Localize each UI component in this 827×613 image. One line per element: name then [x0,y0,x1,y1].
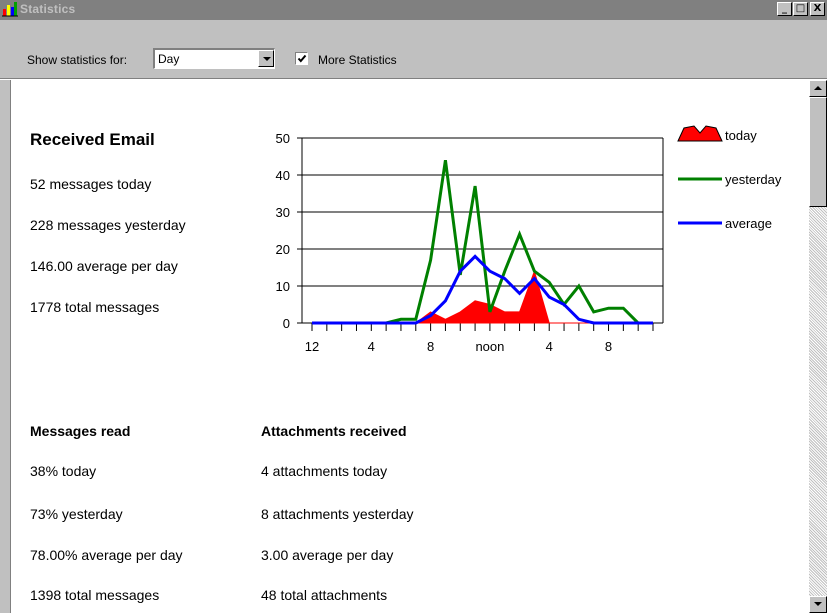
window-title: Statistics [20,2,76,16]
x-tick-label: 4 [546,339,553,354]
scroll-down-arrow-icon[interactable] [809,596,827,613]
received-email-chart: 0 10 20 30 40 50 12 4 8 noon 4 8 today yesterday avera… [276,125,782,354]
read-today: 38% today [30,463,97,479]
series-line-yesterday [312,159,653,325]
x-tick-label: 8 [605,339,612,354]
y-tick-label: 20 [276,242,290,257]
statistics-app-icon [2,2,18,17]
legend-label-yesterday: yesterday [725,172,782,187]
y-tick-label: 0 [283,316,290,331]
more-statistics-checkbox[interactable] [295,52,308,65]
legend-label-today: today [725,128,757,143]
period-select-value: Day [158,52,180,66]
legend-label-average: average [725,216,772,231]
scrollbar-thumb[interactable] [809,97,827,207]
attachments-total: 48 total attachments [261,587,388,603]
x-tick-label: 8 [427,339,434,354]
dropdown-arrow-icon[interactable] [258,50,274,67]
received-today: 52 messages today [30,176,152,192]
maximize-button[interactable]: □ [793,2,808,16]
series-area-today [312,269,653,324]
received-average: 146.00 average per day [30,258,178,274]
minimize-icon: _ [782,3,787,14]
attachments-heading: Attachments received [261,423,407,439]
read-average: 78.00% average per day [30,547,183,563]
close-icon: X [813,3,822,14]
minimize-button[interactable]: _ [777,2,792,16]
received-email-heading: Received Email [30,130,155,149]
title-bar[interactable]: Statistics _ □ X [0,0,827,20]
statistics-window: Statistics _ □ X Show statistics for: Da… [0,0,827,613]
y-tick-label: 50 [276,131,290,146]
read-yesterday: 73% yesterday [30,506,123,522]
y-tick-label: 10 [276,279,290,294]
checkmark-icon [297,54,307,63]
messages-read-heading: Messages read [30,423,131,439]
attachments-yesterday: 8 attachments yesterday [261,506,414,522]
show-statistics-label: Show statistics for: [27,53,128,67]
y-tick-label: 30 [276,205,290,220]
period-select[interactable]: Day [153,48,275,69]
y-tick-label: 40 [276,168,290,183]
x-tick-label: noon [475,339,504,354]
maximize-icon: □ [795,3,806,14]
attachments-today: 4 attachments today [261,463,388,479]
legend-swatch-today [677,125,723,142]
x-tick-label: 4 [368,339,375,354]
received-yesterday: 228 messages yesterday [30,217,186,233]
attachments-average: 3.00 average per day [261,547,394,563]
more-statistics-label[interactable]: More Statistics [318,53,397,67]
close-button[interactable]: X [810,2,825,16]
read-total: 1398 total messages [30,587,160,603]
scroll-up-arrow-icon[interactable] [809,80,827,97]
received-total: 1778 total messages [30,299,160,315]
x-tick-label: 12 [305,339,319,354]
